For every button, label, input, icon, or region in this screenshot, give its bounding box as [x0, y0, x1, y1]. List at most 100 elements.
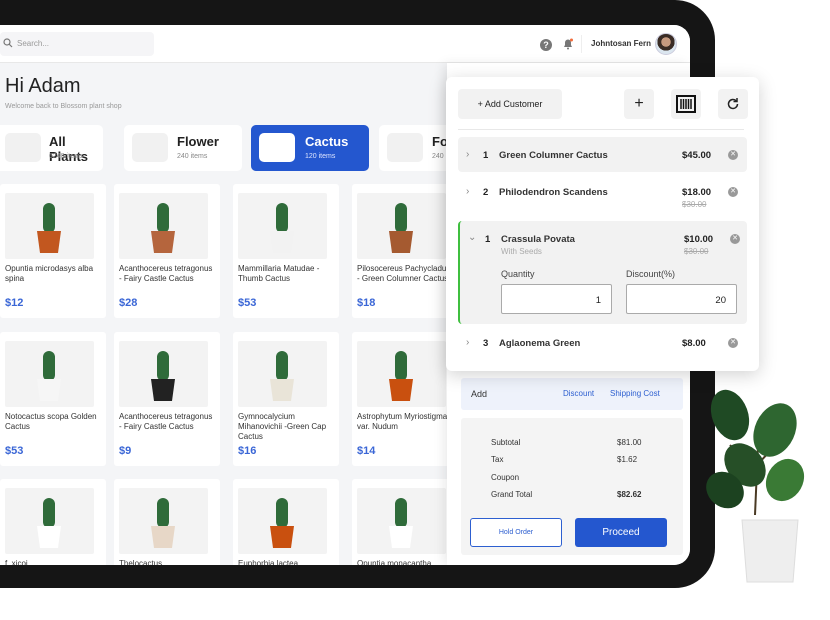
refresh-icon: [727, 98, 739, 110]
user-name[interactable]: Johntosan Fern: [591, 39, 651, 48]
product-image: [5, 341, 94, 407]
product-price: $12: [5, 297, 24, 309]
product-card[interactable]: Opuntia microdasys alba spina $12: [0, 184, 106, 318]
divider: [581, 35, 582, 53]
grand-total-label: Grand Total: [491, 490, 533, 499]
product-price: $16: [238, 445, 257, 457]
cart-item[interactable]: › 1 Green Columner Cactus $45.00 ✕: [458, 137, 747, 172]
product-image: [357, 488, 446, 554]
cactus-thumbnail: [259, 133, 295, 162]
category-count: 240 items: [177, 153, 208, 160]
order-totals: Subtotal $81.00 Tax $1.62 Coupon Grand Tot…: [461, 418, 683, 555]
product-image: [357, 193, 446, 259]
chevron-right-icon[interactable]: ›: [466, 337, 469, 348]
product-card[interactable]: Pilosocereus Pachycladus - Green Columne…: [352, 184, 458, 318]
add-button[interactable]: +: [624, 89, 654, 119]
chevron-down-icon[interactable]: ⌄: [468, 232, 476, 243]
item-name: Philodendron Scandens: [499, 187, 608, 198]
refresh-button[interactable]: [718, 89, 748, 119]
item-name: Aglaonema Green: [499, 338, 581, 349]
shipping-cost-link[interactable]: Shipping Cost: [610, 389, 660, 398]
product-name: Acanthocereus tetragonus - Fairy Castle …: [119, 412, 213, 431]
search-icon: [3, 38, 13, 48]
category-all-plants[interactable]: All Plants 6240 items: [0, 125, 103, 171]
bell-icon[interactable]: [562, 38, 574, 50]
category-name: Flower: [177, 134, 219, 149]
product-card[interactable]: Acanthocereus tetragonus - Fairy Castle …: [114, 332, 220, 466]
product-card[interactable]: f. xicoi: [0, 479, 106, 565]
remove-icon[interactable]: ✕: [728, 187, 738, 197]
product-image: [119, 488, 208, 554]
add-row: Add Discount Shipping Cost: [461, 378, 683, 410]
product-name: Astrophytum Myriostigma var. Nudum: [357, 412, 448, 431]
item-price: $10.00: [684, 234, 714, 245]
discount-input[interactable]: 20: [626, 284, 737, 314]
product-image: [5, 488, 94, 554]
search-placeholder: Search...: [17, 39, 50, 48]
product-price: $18: [357, 297, 376, 309]
tax-value: $1.62: [617, 455, 638, 464]
product-card[interactable]: Thelocactus: [114, 479, 220, 565]
item-old-price: $30.00: [684, 247, 709, 256]
subtotal-value: $81.00: [617, 438, 642, 447]
category-count: 120 items: [305, 153, 336, 160]
tax-label: Tax: [491, 455, 504, 464]
product-price: $9: [119, 445, 132, 457]
welcome-text: Welcome back to Blossom plant shop: [5, 103, 122, 110]
search-input[interactable]: Search...: [0, 32, 154, 56]
top-bar: Search... ? Johntosan Fern: [0, 25, 690, 63]
item-qty: 3: [483, 338, 489, 349]
chevron-right-icon[interactable]: ›: [466, 149, 469, 160]
item-qty: 1: [483, 150, 489, 161]
hold-order-button[interactable]: Hold Order: [470, 518, 562, 547]
remove-icon[interactable]: ✕: [728, 150, 738, 160]
plant-thumbnail: [387, 133, 423, 162]
subtotal-label: Subtotal: [491, 438, 521, 447]
cart-item-expanded[interactable]: ⌄ 1 Crassula Povata With Seeds $10.00 $3…: [458, 221, 747, 324]
category-count: 6240 items: [49, 153, 84, 160]
product-name: Notocactus scopa Golden Cactus: [5, 412, 97, 431]
category-cactus[interactable]: Cactus 120 items: [251, 125, 369, 171]
remove-icon[interactable]: ✕: [728, 338, 738, 348]
product-card[interactable]: Mammillaria Matudae - Thumb Cactus $53: [233, 184, 339, 318]
category-flower[interactable]: Flower 240 items: [124, 125, 242, 171]
product-card[interactable]: Gymnocalycium Mihanovichii -Green Cap Ca…: [233, 332, 339, 466]
help-icon[interactable]: ?: [540, 39, 552, 51]
discount-label: Discount(%): [626, 269, 676, 279]
plant-thumbnail: [5, 133, 41, 162]
product-name: Opuntia monacantha: [357, 559, 432, 565]
remove-icon[interactable]: ✕: [730, 234, 740, 244]
product-image: [119, 193, 208, 259]
add-customer-button[interactable]: + Add Customer: [458, 89, 562, 119]
cart-item[interactable]: › 3 Aglaonema Green $8.00 ✕: [458, 329, 747, 359]
product-name: Acanthocereus tetragonus - Fairy Castle …: [119, 264, 213, 283]
add-label: Add: [471, 389, 488, 399]
product-card[interactable]: Opuntia monacantha: [352, 479, 458, 565]
fiddle-leaf-plant-illustration: [706, 389, 805, 583]
product-card[interactable]: Euphorbia lactea: [233, 479, 339, 565]
product-price: $53: [238, 297, 257, 309]
item-note: With Seeds: [501, 247, 542, 256]
barcode-icon: [676, 95, 696, 113]
coupon-label: Coupon: [491, 473, 520, 482]
product-name: Thelocactus: [119, 559, 163, 565]
product-card[interactable]: Notocactus scopa Golden Cactus $53: [0, 332, 106, 466]
discount-link[interactable]: Discount: [563, 389, 594, 398]
chevron-right-icon[interactable]: ›: [466, 186, 469, 197]
product-image: [357, 341, 446, 407]
barcode-button[interactable]: [671, 89, 701, 119]
product-name: Mammillaria Matudae - Thumb Cactus: [238, 264, 320, 283]
grand-total-value: $82.62: [617, 490, 642, 499]
product-card[interactable]: Acanthocereus tetragonus - Fairy Castle …: [114, 184, 220, 318]
product-price: $28: [119, 297, 138, 309]
quantity-input[interactable]: 1: [501, 284, 612, 314]
proceed-button[interactable]: Proceed: [575, 518, 667, 547]
flower-thumbnail: [132, 133, 168, 162]
avatar[interactable]: [655, 33, 677, 55]
product-image: [238, 488, 327, 554]
product-image: [238, 341, 327, 407]
product-image: [5, 193, 94, 259]
item-name: Crassula Povata: [501, 234, 575, 245]
cart-item[interactable]: › 2 Philodendron Scandens $18.00 $30.00 …: [458, 177, 747, 217]
product-card[interactable]: Astrophytum Myriostigma var. Nudum $14: [352, 332, 458, 466]
